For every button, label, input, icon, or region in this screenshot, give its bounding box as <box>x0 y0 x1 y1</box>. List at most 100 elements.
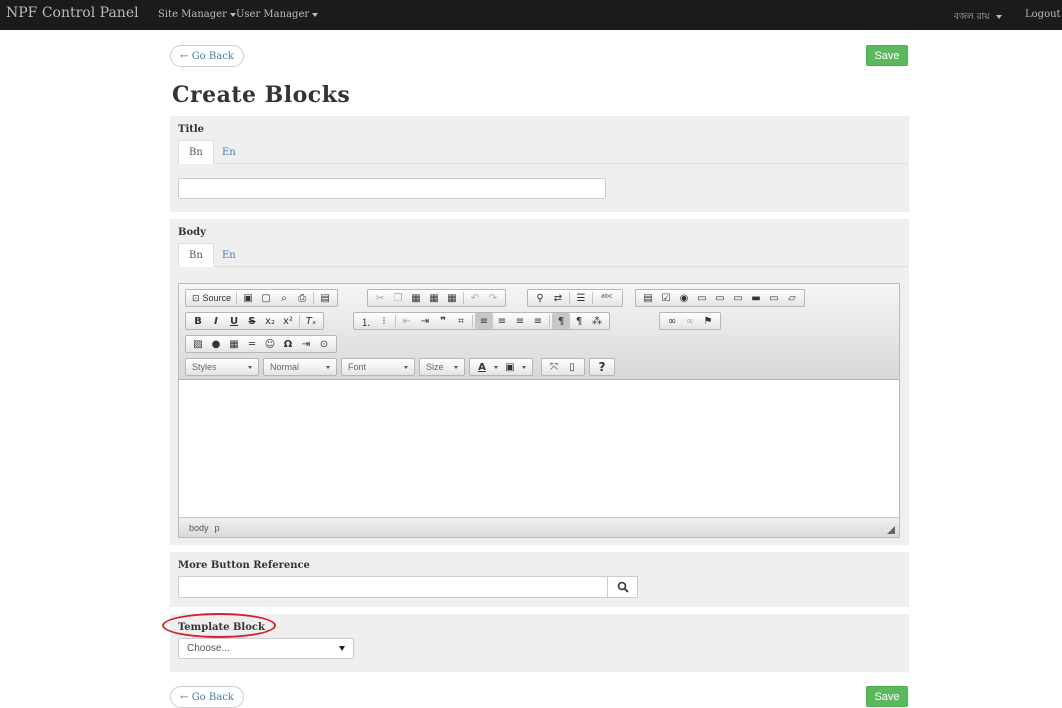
smiley-icon[interactable]: ☺ <box>261 336 279 352</box>
preview-icon[interactable]: ⌕ <box>275 290 293 306</box>
spellcheck-icon[interactable]: ᵃᵇᶜ <box>595 290 619 306</box>
indent-icon[interactable]: ⇥ <box>416 313 434 329</box>
site-manager-menu[interactable]: Site Manager <box>158 9 236 20</box>
paste-text-icon[interactable]: ▦ <box>425 290 443 306</box>
template-block-selected-value: Choose... <box>187 643 230 654</box>
form-icon[interactable]: ▤ <box>639 290 657 306</box>
align-justify-icon[interactable]: ≡ <box>529 313 547 329</box>
help-button[interactable]: ? <box>593 359 611 375</box>
chevron-down-icon <box>404 365 408 369</box>
paste-icon[interactable]: ▦ <box>407 290 425 306</box>
underline-icon[interactable]: U <box>225 313 243 329</box>
logout-link[interactable]: Logout <box>1025 9 1061 20</box>
image-icon[interactable]: ▨ <box>189 336 207 352</box>
text-direction-ltr-icon[interactable]: ¶ <box>552 313 570 329</box>
button-field-icon[interactable]: ▬ <box>747 290 765 306</box>
editor-status-bar: body p <box>179 517 899 537</box>
user-manager-label: User Manager <box>236 9 310 20</box>
toolbar-forms-group: ▤ ☑ ◉ ▭ ▭ ▭ ▬ ▭ ▱ <box>635 289 805 307</box>
template-block-select[interactable]: Choose... <box>178 638 354 659</box>
page-break-icon[interactable]: ⇥ <box>297 336 315 352</box>
search-button[interactable] <box>607 576 638 598</box>
body-panel: Body Bn En ⊡Source ▣ ▢ ⌕ ⎙ ▤ ✂ ❐ ▦ ▦ ▦ <box>170 219 909 545</box>
user-account-menu[interactable]: বজল রায় <box>954 9 1002 24</box>
toolbar-separator <box>236 292 238 304</box>
more-button-reference-input[interactable] <box>178 576 608 598</box>
save-doc-icon[interactable]: ▣ <box>239 290 257 306</box>
chevron-down-icon <box>229 12 236 17</box>
iframe-icon[interactable]: ⊙ <box>315 336 333 352</box>
div-container-icon[interactable]: ⌗ <box>452 313 470 329</box>
strikethrough-icon[interactable]: S <box>243 313 261 329</box>
blockquote-icon[interactable]: ❞ <box>434 313 452 329</box>
link-icon[interactable]: ∞ <box>663 313 681 329</box>
background-color-icon[interactable]: ▣ <box>501 359 519 375</box>
font-dropdown[interactable]: Font <box>341 358 415 376</box>
source-button[interactable]: ⊡ Source <box>189 293 234 304</box>
styles-dropdown[interactable]: Styles <box>185 358 259 376</box>
horizontal-line-icon[interactable]: ═ <box>243 336 261 352</box>
new-page-icon[interactable]: ▢ <box>257 290 275 306</box>
subscript-icon[interactable]: x₂ <box>261 313 279 329</box>
superscript-icon[interactable]: x² <box>279 313 297 329</box>
bulleted-list-icon[interactable]: ⁝ <box>375 313 393 329</box>
brand-title[interactable]: NPF Control Panel <box>6 5 139 21</box>
tab-body-bn[interactable]: Bn <box>178 243 214 267</box>
paste-word-icon[interactable]: ▦ <box>443 290 461 306</box>
print-icon[interactable]: ⎙ <box>293 290 311 306</box>
anchor-flag-icon[interactable]: ⚑ <box>699 313 717 329</box>
resize-handle-icon[interactable] <box>887 526 895 534</box>
cut-icon[interactable]: ✂ <box>371 290 389 306</box>
toolbar-separator <box>299 315 300 327</box>
replace-icon[interactable]: ⇄ <box>549 290 567 306</box>
show-blocks-icon[interactable]: ▯ <box>563 359 581 375</box>
special-char-icon[interactable]: Ω <box>279 336 297 352</box>
align-center-icon[interactable]: ≡ <box>493 313 511 329</box>
element-path-body[interactable]: body <box>189 523 209 533</box>
user-name: বজল রায় <box>954 12 990 22</box>
title-input[interactable] <box>178 178 606 199</box>
italic-icon[interactable]: I <box>207 313 225 329</box>
go-back-button-bottom[interactable]: ← Go Back <box>170 686 244 708</box>
user-manager-menu[interactable]: User Manager <box>236 9 319 20</box>
checkbox-icon[interactable]: ☑ <box>657 290 675 306</box>
source-label: Source <box>202 293 232 303</box>
toolbar-separator <box>549 315 550 327</box>
tab-body-en[interactable]: En <box>212 243 246 267</box>
numbered-list-icon[interactable]: ⒈ <box>357 313 375 329</box>
tab-title-bn[interactable]: Bn <box>178 140 214 164</box>
editor-content-area[interactable] <box>179 381 899 517</box>
language-icon[interactable]: ⁂ <box>588 313 606 329</box>
image-button-icon[interactable]: ▭ <box>765 290 783 306</box>
find-icon[interactable]: ⚲ <box>531 290 549 306</box>
text-color-icon[interactable]: A <box>473 359 491 375</box>
align-left-icon[interactable]: ≡ <box>475 313 493 329</box>
select-all-icon[interactable]: ☰ <box>572 290 590 306</box>
text-field-icon[interactable]: ▭ <box>693 290 711 306</box>
copy-icon[interactable]: ❐ <box>389 290 407 306</box>
unlink-icon[interactable]: ∞ <box>681 313 699 329</box>
save-button[interactable]: Save <box>866 45 908 66</box>
chevron-down-icon <box>522 365 526 369</box>
table-icon[interactable]: ▦ <box>225 336 243 352</box>
remove-format-icon[interactable]: Tₓ <box>302 313 320 329</box>
align-right-icon[interactable]: ≡ <box>511 313 529 329</box>
undo-icon[interactable]: ↶ <box>466 290 484 306</box>
bold-icon[interactable]: B <box>189 313 207 329</box>
radio-icon[interactable]: ◉ <box>675 290 693 306</box>
text-direction-rtl-icon[interactable]: ¶ <box>570 313 588 329</box>
body-label: Body <box>178 227 206 238</box>
outdent-icon[interactable]: ⇤ <box>398 313 416 329</box>
hidden-field-icon[interactable]: ▱ <box>783 290 801 306</box>
redo-icon[interactable]: ↷ <box>484 290 502 306</box>
flash-icon[interactable]: ● <box>207 336 225 352</box>
textarea-icon[interactable]: ▭ <box>711 290 729 306</box>
go-back-button[interactable]: ← Go Back <box>170 45 244 67</box>
tab-title-en[interactable]: En <box>212 140 246 164</box>
maximize-icon[interactable]: ⤧ <box>545 359 563 375</box>
format-dropdown[interactable]: Normal <box>263 358 337 376</box>
size-dropdown[interactable]: Size <box>419 358 465 376</box>
element-path-p[interactable]: p <box>215 523 220 533</box>
select-field-icon[interactable]: ▭ <box>729 290 747 306</box>
templates-icon[interactable]: ▤ <box>316 290 334 306</box>
